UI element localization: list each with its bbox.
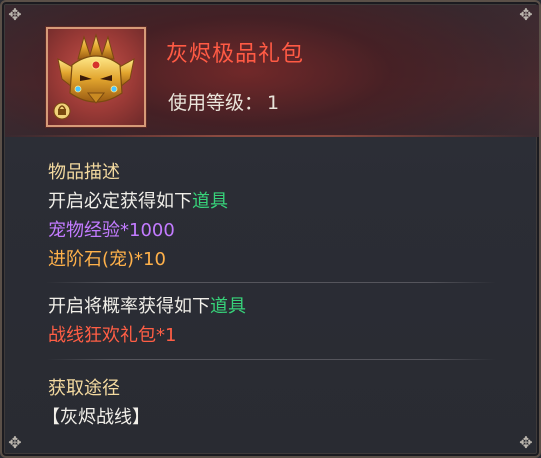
- chance-intro-highlight: 道具: [210, 296, 246, 317]
- reward-item: 战线狂欢礼包*1: [48, 321, 246, 350]
- reward-item: 进阶石(宠)*10: [48, 245, 228, 274]
- corner-ornament-icon: ✥: [519, 433, 533, 452]
- chance-intro-text: 开启将概率获得如下: [48, 296, 210, 317]
- fixed-intro-text: 开启必定获得如下: [48, 191, 192, 212]
- corner-ornament-icon: ✥: [519, 5, 533, 24]
- corner-ornament-icon: ✥: [8, 5, 22, 24]
- item-name: 灰烬极品礼包: [166, 42, 305, 67]
- chance-rewards-section: 开启将概率获得如下道具 战线狂欢礼包*1: [48, 292, 246, 350]
- divider: [46, 282, 496, 283]
- reward-name: 宠物经验: [48, 220, 120, 241]
- source-section: 获取途径 【灰烬战线】: [42, 374, 150, 432]
- divider: [46, 359, 496, 360]
- reward-qty: *1000: [120, 220, 175, 241]
- item-icon-slot: [46, 27, 146, 127]
- chance-rewards-intro: 开启将概率获得如下道具: [48, 292, 246, 321]
- level-label: 使用等级：: [168, 92, 264, 114]
- description-section: 物品描述 开启必定获得如下道具 宠物经验*1000 进阶石(宠)*10: [48, 158, 228, 274]
- item-level: 使用等级： 1: [168, 88, 279, 115]
- fixed-rewards-intro: 开启必定获得如下道具: [48, 187, 228, 216]
- reward-qty: *10: [134, 249, 166, 270]
- item-tooltip: ✥ ✥ ✥ ✥ 灰烬极品礼包 使用等级： 1 物品描述 开启必定获得如下道具 宠…: [0, 0, 541, 458]
- source-heading: 获取途径: [48, 378, 120, 399]
- reward-name: 进阶石(宠): [48, 249, 135, 270]
- reward-qty: *1: [156, 325, 177, 346]
- golden-helmet-icon: [53, 33, 135, 120]
- level-value: 1: [267, 92, 280, 114]
- reward-name: 战线狂欢礼包: [48, 325, 156, 346]
- reward-item: 宠物经验*1000: [48, 216, 228, 245]
- corner-ornament-icon: ✥: [8, 433, 22, 452]
- source-value: 【灰烬战线】: [42, 407, 150, 428]
- description-heading: 物品描述: [48, 162, 120, 183]
- header-divider: [5, 135, 539, 137]
- fixed-intro-highlight: 道具: [192, 191, 228, 212]
